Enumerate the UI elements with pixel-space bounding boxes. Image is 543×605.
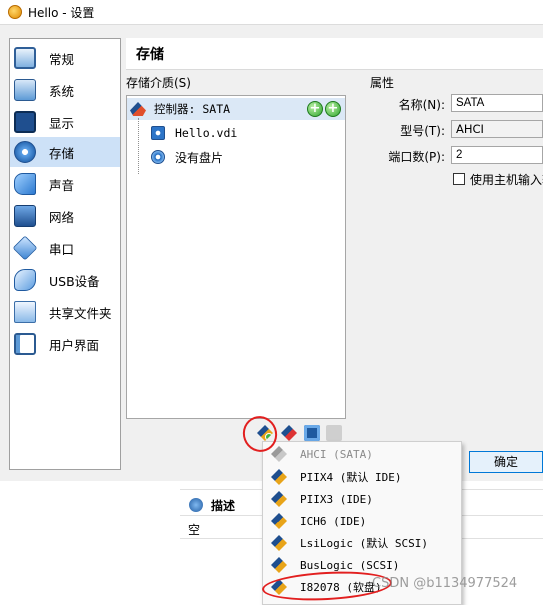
controller-scsi-icon [271,535,287,551]
controller-scsi-icon [271,557,287,573]
name-label: 名称(N): [398,98,445,112]
controller-name-input[interactable] [451,94,543,112]
user-interface-icon [14,333,36,355]
tree-item-optical-drive[interactable]: 没有盘片 [127,146,345,168]
shared-folder-icon [14,301,36,323]
sidebar-item-label: 存储 [49,145,75,161]
network-icon [14,205,36,227]
sidebar-item-label: USB设备 [49,273,100,289]
serial-port-icon [12,235,38,261]
sidebar-item-label: 声音 [49,177,75,193]
port-count-label: 端口数(P): [388,150,445,164]
general-icon [14,47,36,69]
storage-tree-label: 存储介质(S) [126,76,191,90]
settings-sidebar: 常规 系统 显示 存储 声音 网络 串口 USB设备 共享文件夹 用户界面 [9,38,121,470]
tree-item-controller-sata[interactable]: 控制器: SATA + + [127,98,345,120]
controller-ide-icon [271,513,287,529]
sidebar-item-shared-folders[interactable]: 共享文件夹 [10,297,120,327]
sidebar-item-general[interactable]: 常规 [10,43,120,73]
storage-icon [14,141,36,163]
menu-item-ahci[interactable]: AHCI (SATA) [263,443,461,465]
use-host-io-cache-label: 使用主机输入输 [470,173,543,187]
attachment-label: Hello.vdi [175,126,238,140]
add-attachment-icon[interactable] [304,425,320,441]
settings-window: 常规 系统 显示 存储 声音 网络 串口 USB设备 共享文件夹 用户界面 存储… [0,24,543,481]
attributes-header: 属性 [370,76,395,90]
storage-tree[interactable]: 控制器: SATA + + Hello.vdi 没有盘片 [126,95,346,419]
menu-item-label: PIIX4 (默认 IDE) [300,471,402,484]
menu-item-ich6[interactable]: ICH6 (IDE) [263,510,461,532]
add-hard-disk-icon[interactable]: + [325,101,341,117]
sidebar-item-system[interactable]: 系统 [10,75,120,105]
menu-item-label: ICH6 (IDE) [300,514,367,528]
sidebar-item-user-interface[interactable]: 用户界面 [10,329,120,359]
sidebar-item-label: 系统 [49,83,75,99]
sidebar-item-storage[interactable]: 存储 [10,137,120,167]
controller-ahci-icon [271,446,287,462]
ok-button[interactable]: 确定 [469,451,543,473]
remove-attachment-icon[interactable] [326,425,342,441]
port-count-input[interactable] [451,146,543,164]
menu-item-label: PIIX3 (IDE) [300,492,373,506]
controller-type-select[interactable]: AHCI [451,120,543,138]
usb-icon [14,269,36,291]
sidebar-item-audio[interactable]: 声音 [10,169,120,199]
menu-item-piix3[interactable]: PIIX3 (IDE) [263,488,461,510]
sidebar-item-label: 常规 [49,51,75,67]
menu-item-label: LsiLogic (默认 SCSI) [300,537,428,550]
page-title: 存储 [136,47,164,63]
title-bar: Hello - 设置 [0,0,543,24]
controller-ide-icon [271,491,287,507]
sidebar-item-label: 串口 [49,241,75,257]
remove-controller-icon[interactable] [281,425,297,441]
sidebar-item-usb[interactable]: USB设备 [10,265,120,295]
system-icon [14,79,36,101]
controller-label: 控制器: SATA [154,102,231,116]
watermark: CSDN @b1134977524 [372,576,518,591]
audio-icon [14,173,36,195]
attachment-label: 没有盘片 [175,150,224,165]
sidebar-item-label: 显示 [49,115,75,131]
menu-item-label: BusLogic (SCSI) [300,558,400,572]
controller-ide-icon [271,469,287,485]
controller-icon [130,102,146,116]
description-value: 空 [188,523,201,537]
menu-item-lsilogic[interactable]: LsiLogic (默认 SCSI) [263,532,461,554]
description-icon [189,498,203,512]
sidebar-item-network[interactable]: 网络 [10,201,120,231]
virtualbox-app-icon [8,5,22,19]
sidebar-item-display[interactable]: 显示 [10,107,120,137]
description-heading: 描述 [211,499,236,513]
sidebar-item-label: 网络 [49,209,75,225]
menu-item-piix4[interactable]: PIIX4 (默认 IDE) [263,466,461,488]
sidebar-item-label: 用户界面 [49,337,100,353]
window-title: Hello - 设置 [28,5,95,20]
display-icon [14,111,36,133]
sidebar-item-serial-port[interactable]: 串口 [10,233,120,263]
add-optical-drive-icon[interactable]: + [307,101,323,117]
tree-item-hard-disk[interactable]: Hello.vdi [127,122,345,144]
type-label: 型号(T): [400,124,445,138]
menu-item-label: AHCI (SATA) [300,447,373,461]
optical-disk-icon [151,150,165,164]
hard-disk-icon [151,126,165,140]
use-host-io-cache-checkbox[interactable] [453,173,465,185]
sidebar-item-label: 共享文件夹 [49,305,112,321]
page-header: 存储 [126,38,543,70]
